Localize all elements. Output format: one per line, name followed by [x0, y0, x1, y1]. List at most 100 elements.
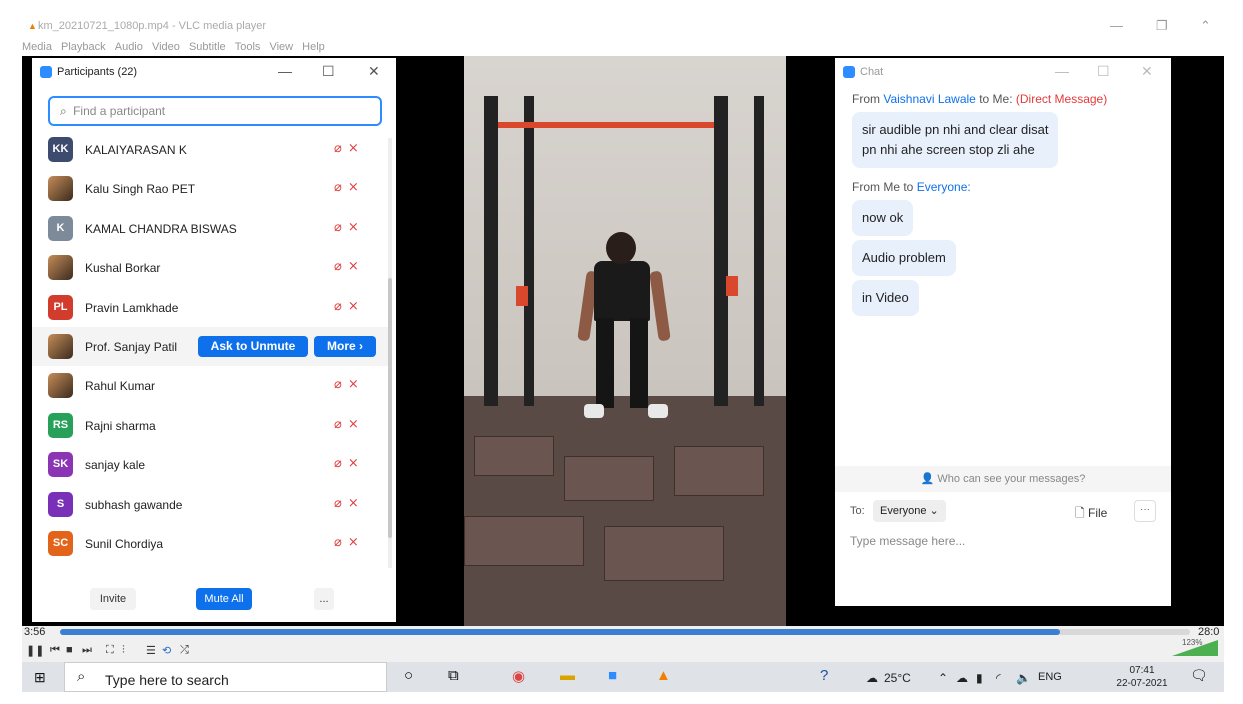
participant-row[interactable]: SK sanjay kale ⌀⨯ — [32, 445, 388, 484]
vlc-controls: 3:56 28:0 ❚❚ ⏮ ■ ⏭ ⛶ ⫶ ☰ ⟲ ⤮ 123% — [22, 626, 1224, 662]
participant-row[interactable]: SC Sunil Chordiya ⌀⨯ — [32, 524, 388, 563]
minimize-icon[interactable]: — — [278, 63, 292, 79]
chat-panel: Chat — ☐ ✕ From Vaishnavi Lawale to Me: … — [835, 58, 1171, 606]
close-icon[interactable]: ✕ — [1141, 63, 1153, 80]
scrollbar-thumb[interactable] — [388, 278, 392, 538]
extended-settings-icon[interactable]: ⫶ — [122, 644, 125, 657]
weather-icon[interactable]: ☁ — [866, 671, 878, 685]
clock[interactable]: 07:41 22-07-2021 — [1112, 664, 1172, 690]
sender-name[interactable]: Vaishnavi Lawale — [883, 92, 976, 106]
avatar: S — [48, 491, 73, 517]
notifications-icon[interactable]: 🗨 — [1190, 667, 1208, 684]
menu-tools[interactable]: Tools — [235, 38, 261, 56]
participant-row[interactable]: RS Rajni sharma ⌀⨯ — [32, 406, 388, 445]
avatar — [48, 373, 73, 399]
participant-row[interactable]: Prof. Sanjay Patil Ask to Unmute More › — [32, 327, 388, 366]
maximize-icon[interactable]: ☐ — [322, 63, 335, 80]
avatar: PL — [48, 294, 73, 320]
participant-row[interactable]: Ssubhash gawande ⌀⨯ — [32, 485, 388, 524]
windows-start-icon[interactable]: ⊞ — [34, 669, 46, 686]
cortana-icon[interactable]: ○ — [404, 667, 413, 684]
mute-all-button[interactable]: Mute All — [196, 588, 252, 610]
zoom-logo-icon — [843, 66, 855, 78]
participant-scrollbar[interactable] — [388, 138, 392, 568]
more-options-button[interactable]: ... — [314, 588, 334, 610]
minimize-icon[interactable]: — — [1055, 63, 1069, 79]
participant-row[interactable]: Kushal Borkar ⌀⨯ — [32, 248, 388, 287]
participant-row[interactable]: PL Pravin Lamkhade ⌀⨯ — [32, 288, 388, 327]
clock-date: 22-07-2021 — [1116, 678, 1168, 689]
taskbar-search-box[interactable]: ⌕ Type here to search — [64, 662, 387, 692]
minimize-icon[interactable]: — — [1110, 18, 1123, 33]
ask-to-unmute-button[interactable]: Ask to Unmute — [198, 336, 308, 357]
gym-rack — [754, 96, 764, 406]
battery-icon[interactable]: ▮ — [976, 671, 983, 685]
playlist-icon[interactable]: ☰ — [146, 644, 156, 657]
person-shoe — [648, 404, 668, 418]
to-label: To: — [850, 505, 865, 517]
avatar: SK — [48, 452, 73, 478]
file-explorer-icon[interactable]: ▬ — [560, 667, 575, 684]
file-icon: 🗋 — [1075, 506, 1088, 520]
participants-title: Participants (22) — [57, 66, 138, 78]
maximize-icon[interactable]: ☐ — [1097, 63, 1110, 80]
avatar: K — [48, 215, 73, 241]
menu-help[interactable]: Help — [302, 38, 325, 56]
file-button[interactable]: 🗋 File — [1075, 504, 1107, 525]
loop-icon[interactable]: ⟲ — [162, 644, 171, 657]
menu-media[interactable]: Media — [22, 38, 52, 56]
previous-icon[interactable]: ⏮ — [50, 644, 60, 657]
menu-playback[interactable]: Playback — [61, 38, 106, 56]
chat-bubble: sir audible pn nhi and clear disat pn nh… — [852, 112, 1059, 168]
participant-row[interactable]: K KAMAL CHANDRA BISWAS ⌀⨯ — [32, 209, 388, 248]
menu-view[interactable]: View — [269, 38, 293, 56]
chevron-down-icon: ⌄ — [929, 505, 939, 517]
wifi-icon[interactable]: ◜ — [996, 671, 1001, 685]
stop-icon[interactable]: ■ — [66, 644, 73, 656]
chevron-up-icon[interactable]: ⌃ — [938, 671, 948, 685]
chat-more-button[interactable]: ··· — [1134, 500, 1156, 522]
cloud-icon[interactable]: ☁ — [956, 671, 968, 685]
chrome-icon[interactable]: ◉ — [512, 667, 525, 685]
pause-icon[interactable]: ❚❚ — [26, 644, 44, 657]
temperature[interactable]: 25°C — [884, 671, 911, 685]
restore-icon[interactable]: ❐ — [1156, 18, 1168, 34]
avatar: SC — [48, 531, 73, 556]
speaker-icon[interactable]: 🔈 — [1016, 671, 1031, 685]
muted-mic-and-video-off-icon: ⌀⨯ — [334, 376, 365, 392]
vlc-titlebar: ▲ km_20210721_1080p.mp4 - VLC media play… — [22, 12, 1224, 38]
vlc-cone-icon: ▲ — [28, 21, 37, 31]
video-frame[interactable] — [464, 56, 786, 626]
from-prefix: From — [852, 92, 884, 106]
zoom-app-icon[interactable]: ■ — [608, 667, 617, 684]
who-can-see-messages[interactable]: 👤 Who can see your messages? — [835, 466, 1171, 492]
avatar: KK — [48, 137, 73, 162]
shuffle-icon[interactable]: ⤮ — [180, 644, 189, 657]
menu-audio[interactable]: Audio — [115, 38, 143, 56]
close-icon[interactable]: ✕ — [368, 63, 380, 80]
help-icon[interactable]: ? — [820, 667, 828, 684]
language-indicator[interactable]: ENG — [1038, 671, 1062, 683]
recipient-select[interactable]: Everyone ⌄ — [873, 500, 946, 522]
next-icon[interactable]: ⏭ — [82, 644, 92, 657]
gym-rack — [524, 96, 534, 406]
more-button[interactable]: More › — [314, 336, 376, 357]
search-icon: ⌕ — [77, 668, 86, 685]
message-input[interactable]: Type message here... — [850, 534, 965, 548]
participant-name: Sunil Chordiya — [85, 537, 164, 551]
participant-row[interactable]: KK KALAIYARASAN K ⌀⨯ — [32, 130, 388, 169]
participant-row[interactable]: Kalu Singh Rao PET ⌀⨯ — [32, 169, 388, 208]
invite-button[interactable]: Invite — [90, 588, 136, 610]
vlc-app-icon[interactable]: ▲ — [656, 667, 671, 684]
chevron-up-icon[interactable]: ⌃ — [1200, 18, 1211, 34]
participant-search-input[interactable]: ⌕ Find a participant — [48, 96, 382, 126]
task-view-icon[interactable]: ⧉ — [448, 667, 459, 684]
seek-bar[interactable] — [60, 629, 1190, 635]
to-me: to Me: — [975, 92, 1016, 106]
menu-video[interactable]: Video — [152, 38, 180, 56]
total-time: 28:0 — [1198, 626, 1220, 638]
recipient-value: Everyone — [880, 505, 927, 517]
menu-subtitle[interactable]: Subtitle — [189, 38, 226, 56]
participant-row[interactable]: Rahul Kumar ⌀⨯ — [32, 366, 388, 405]
fullscreen-icon[interactable]: ⛶ — [106, 644, 114, 657]
